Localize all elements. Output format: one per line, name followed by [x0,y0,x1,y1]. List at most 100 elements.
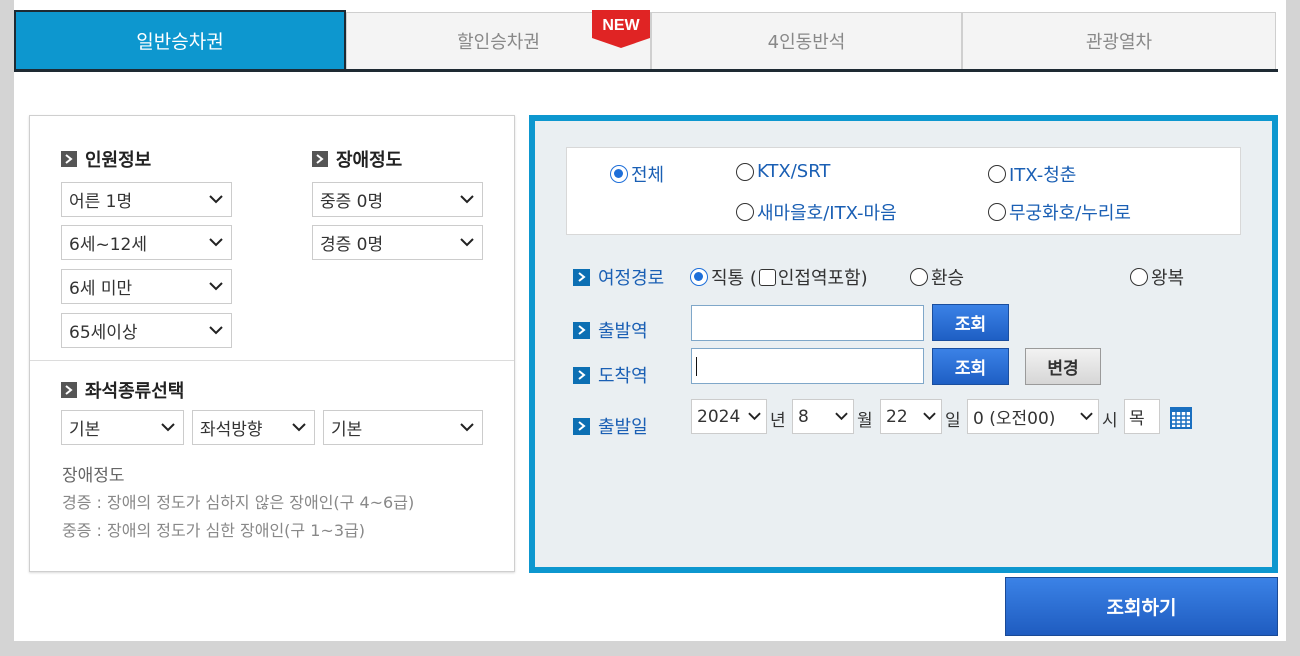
journey-panel: 전체 KTX/SRT ITX-청춘 새마을호/ITX-마음 무궁화호/누리로 여… [529,115,1278,573]
day-unit: 일 [945,411,961,431]
option-label: 무궁화호/누리로 [1009,203,1131,224]
train-type-box: 전체 KTX/SRT ITX-청춘 새마을호/ITX-마음 무궁화호/누리로 [566,147,1241,235]
tab-label: 할인승차권 [457,32,540,53]
option-label: KTX/SRT [757,161,831,182]
select-value: 6세 미만 [69,279,133,299]
new-badge: NEW [592,10,650,48]
ticket-tabs: 일반승차권 할인승차권 4인동반석 관광열차 NEW [14,10,1278,72]
option-label: ITX-청춘 [1009,165,1077,186]
hour-unit: 시 [1102,411,1118,431]
month-select[interactable]: 8 [792,399,854,434]
chevron-down-icon [209,195,223,204]
option-label: 환승 [931,268,965,289]
chevron-down-icon [460,423,474,432]
year-unit: 년 [770,411,786,431]
arrival-label: 도착역 [573,362,648,388]
option-label: 직통 ( [711,268,757,289]
radio-icon[interactable] [910,268,928,286]
arrow-square-icon [61,382,77,398]
section-label: 인원정보 [85,150,152,171]
tab-label: 관광열차 [1085,32,1153,53]
chevron-down-icon [1080,412,1093,421]
route-direct-option[interactable]: 직통 ( 인접역포함) [690,264,868,290]
arrival-search-button[interactable]: 조회 [932,348,1009,385]
section-divider [30,360,514,361]
option-label: 왕복 [1151,268,1185,289]
tabs-underline [14,69,1278,72]
radio-icon[interactable] [988,165,1006,183]
route-label: 여정경로 [573,264,664,290]
select-value: 6세~12세 [69,235,147,255]
hour-select[interactable]: 0 (오전00) [967,399,1099,434]
select-value: 2024 [697,406,741,427]
select-value: 8 [798,406,809,427]
disability-title: 장애정도 [312,146,402,172]
child-count-select[interactable]: 6세~12세 [61,225,232,260]
chevron-down-icon [460,195,474,204]
seat-direction-select[interactable]: 좌석방향 [192,410,315,445]
tab-label: 일반승차권 [136,31,224,53]
route-round-trip-option[interactable]: 왕복 [1130,264,1184,290]
row-label-text: 출발일 [598,417,648,438]
departure-date-label: 출발일 [573,413,648,439]
arrow-square-icon [573,321,590,339]
svg-text:NEW: NEW [602,17,640,34]
radio-icon[interactable] [736,203,754,221]
train-type-all-option[interactable]: 전체 [610,161,664,187]
tab-tourist-train[interactable]: 관광열차 [962,12,1276,69]
chevron-down-icon [209,238,223,247]
arrow-square-icon [573,417,590,435]
seat-option-select[interactable]: 기본 [323,410,483,445]
arrow-square-icon [573,366,590,384]
seat-type-title: 좌석종류선택 [61,377,184,403]
radio-selected-icon[interactable] [610,165,628,183]
disability-note-severe: 중증 : 장애의 정도가 심한 장애인(구 1~3급) [62,521,365,540]
infant-count-select[interactable]: 6세 미만 [61,269,232,304]
senior-count-select[interactable]: 65세이상 [61,313,232,348]
adult-count-select[interactable]: 어른 1명 [61,182,232,217]
option-label: 새마을호/ITX-마음 [757,203,897,224]
arrow-square-icon [61,151,77,167]
section-label: 좌석종류선택 [85,381,185,402]
search-trains-button[interactable]: 조회하기 [1005,577,1278,636]
swap-stations-button[interactable]: 변경 [1025,348,1101,385]
radio-selected-icon[interactable] [690,268,708,286]
seat-type-select[interactable]: 기본 [61,410,184,445]
departure-label: 출발역 [573,317,648,343]
train-type-ktx-option[interactable]: KTX/SRT [736,161,830,182]
radio-icon[interactable] [988,203,1006,221]
route-transfer-option[interactable]: 환승 [910,264,964,290]
train-type-itx-young-option[interactable]: ITX-청춘 [988,161,1076,187]
severe-disability-select[interactable]: 중증 0명 [312,182,483,217]
arrival-station-input[interactable] [691,348,924,384]
passenger-panel: 인원정보 장애정도 어른 1명 6세~12세 6세 미만 65세이상 중증 0명… [29,115,515,572]
row-label-text: 여정경로 [598,268,665,289]
departure-station-input[interactable] [691,305,924,341]
radio-icon[interactable] [1130,268,1148,286]
train-type-mugunghwa-option[interactable]: 무궁화호/누리로 [988,199,1131,225]
arrow-square-icon [312,151,328,167]
radio-icon[interactable] [736,162,754,181]
chevron-down-icon [923,412,936,421]
departure-search-button[interactable]: 조회 [932,304,1009,341]
year-select[interactable]: 2024 [691,399,767,434]
text-cursor [696,357,697,376]
chevron-down-icon [748,412,761,421]
day-select[interactable]: 22 [880,399,942,434]
train-type-saemaeul-option[interactable]: 새마을호/ITX-마음 [736,199,897,225]
tab-regular-ticket[interactable]: 일반승차권 [14,10,346,69]
button-label: 변경 [1047,359,1079,379]
button-label: 조회 [954,315,987,335]
tab-four-companion-seat[interactable]: 4인동반석 [651,12,962,69]
button-label: 조회하기 [1106,597,1177,619]
select-value: 중증 0명 [320,192,384,212]
month-unit: 월 [857,411,873,431]
option-label: 인접역포함) [777,268,868,289]
mild-disability-select[interactable]: 경증 0명 [312,225,483,260]
button-label: 조회 [954,359,987,379]
calendar-icon[interactable] [1170,407,1192,429]
arrow-square-icon [573,268,590,286]
nearby-station-checkbox[interactable] [758,268,776,286]
select-value: 기본 [331,420,363,440]
select-value: 22 [886,406,908,427]
